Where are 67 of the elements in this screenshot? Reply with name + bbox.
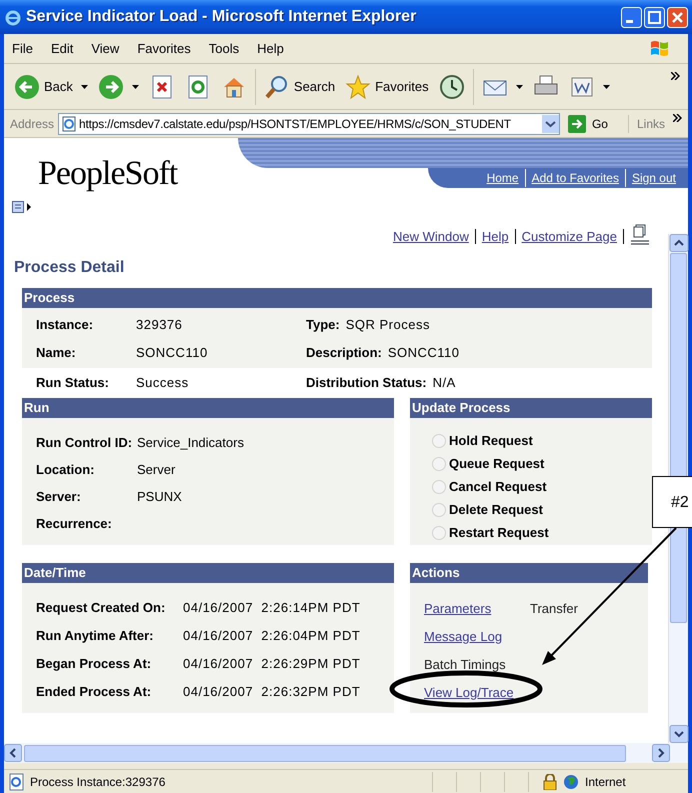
action-label: Transfer [530, 600, 578, 617]
field-value: 04/16/2007 2:26:14PM PDT [183, 599, 360, 618]
menu-item[interactable]: View [91, 38, 120, 58]
option-label[interactable]: Restart Request [449, 523, 549, 543]
action-label: Batch Timings [424, 656, 506, 673]
option-label[interactable]: Cancel Request [449, 477, 547, 497]
field-value: PSUNX [137, 488, 182, 506]
field-value: 04/16/2007 2:26:04PM PDT [183, 627, 360, 646]
menu-item[interactable]: File [12, 38, 33, 58]
menu-item[interactable]: Favorites [137, 38, 191, 58]
field-label: Location: [36, 461, 96, 480]
field-label: Run Status: [36, 374, 110, 392]
field-label: Server: [36, 488, 82, 506]
field-value: 04/16/2007 2:26:32PM PDT [183, 683, 360, 702]
action-link[interactable]: View Log/Trace [424, 683, 514, 701]
field-label: Began Process At: [36, 655, 152, 674]
field-label: Request Created On: [36, 599, 166, 618]
field-label: Instance: [36, 316, 94, 334]
option-label[interactable]: Queue Request [449, 454, 544, 474]
menu-item[interactable]: Edit [50, 38, 74, 58]
menu-item[interactable]: Tools [208, 38, 240, 58]
option-label[interactable]: Hold Request [449, 431, 533, 451]
peoplesoft-logo: PeopleSoft [38, 154, 178, 194]
page-link[interactable]: New Window [393, 226, 469, 246]
field-label: Run Anytime After: [36, 627, 154, 646]
field-value: 04/16/2007 2:26:29PM PDT [183, 655, 360, 674]
section-header: Update Process [410, 398, 652, 418]
page-link[interactable]: Help [482, 226, 509, 246]
status-text: Process Instance:329376 [30, 774, 166, 790]
action-link[interactable]: Parameters [424, 599, 492, 617]
action-link[interactable]: Message Log [424, 627, 502, 645]
field-label: Distribution Status: [306, 374, 427, 392]
header-link[interactable]: Sign out [624, 169, 682, 187]
callout-label: #2 [652, 476, 692, 528]
field-label: Type: [306, 316, 340, 334]
field-value: SONCC110 [136, 344, 209, 362]
header-link[interactable]: Home [480, 169, 525, 187]
field-value: 329376 [136, 316, 184, 334]
option-label[interactable]: Delete Request [449, 500, 543, 520]
header-link[interactable]: Add to Favorites [524, 169, 625, 187]
field-value: Success [136, 374, 190, 392]
zone-label: Internet [585, 774, 626, 790]
section-header: Date/Time [22, 563, 394, 583]
section-header: Run [22, 398, 394, 418]
field-label: Ended Process At: [36, 683, 152, 702]
page-link[interactable]: Customize Page [522, 226, 617, 246]
page-title: Process Detail [14, 258, 126, 278]
field-label: Run Control ID: [36, 434, 134, 452]
search-button[interactable]: Search [262, 68, 338, 104]
section-header: Actions [410, 563, 648, 583]
field-label: Recurrence: [36, 515, 113, 534]
window-title: Service Indicator Load - Microsoft Internet Explorer [26, 7, 418, 27]
field-value: SONCC110 [388, 344, 460, 362]
field-label: Name: [36, 344, 77, 362]
address-field[interactable]: https://cmsdev7.calstate.edu/psp/HSONTST/EMPLOYEE/HRMS/c/SON_STUDENT [58, 112, 560, 134]
links-label[interactable]: Links [628, 114, 665, 132]
field-value: SQR Process [346, 316, 430, 334]
field-value: N/A [432, 374, 456, 392]
field-value: Service_Indicators [137, 434, 244, 452]
menu-item[interactable]: Help [257, 38, 284, 58]
section-header: Process [22, 288, 652, 308]
field-label: Description: [306, 344, 382, 362]
favorites-button[interactable]: Favorites [343, 68, 431, 104]
field-value: Server [137, 461, 176, 480]
address-label: Address [10, 116, 54, 132]
back-button[interactable]: Back [12, 68, 90, 104]
go-button[interactable]: Go [564, 114, 612, 132]
